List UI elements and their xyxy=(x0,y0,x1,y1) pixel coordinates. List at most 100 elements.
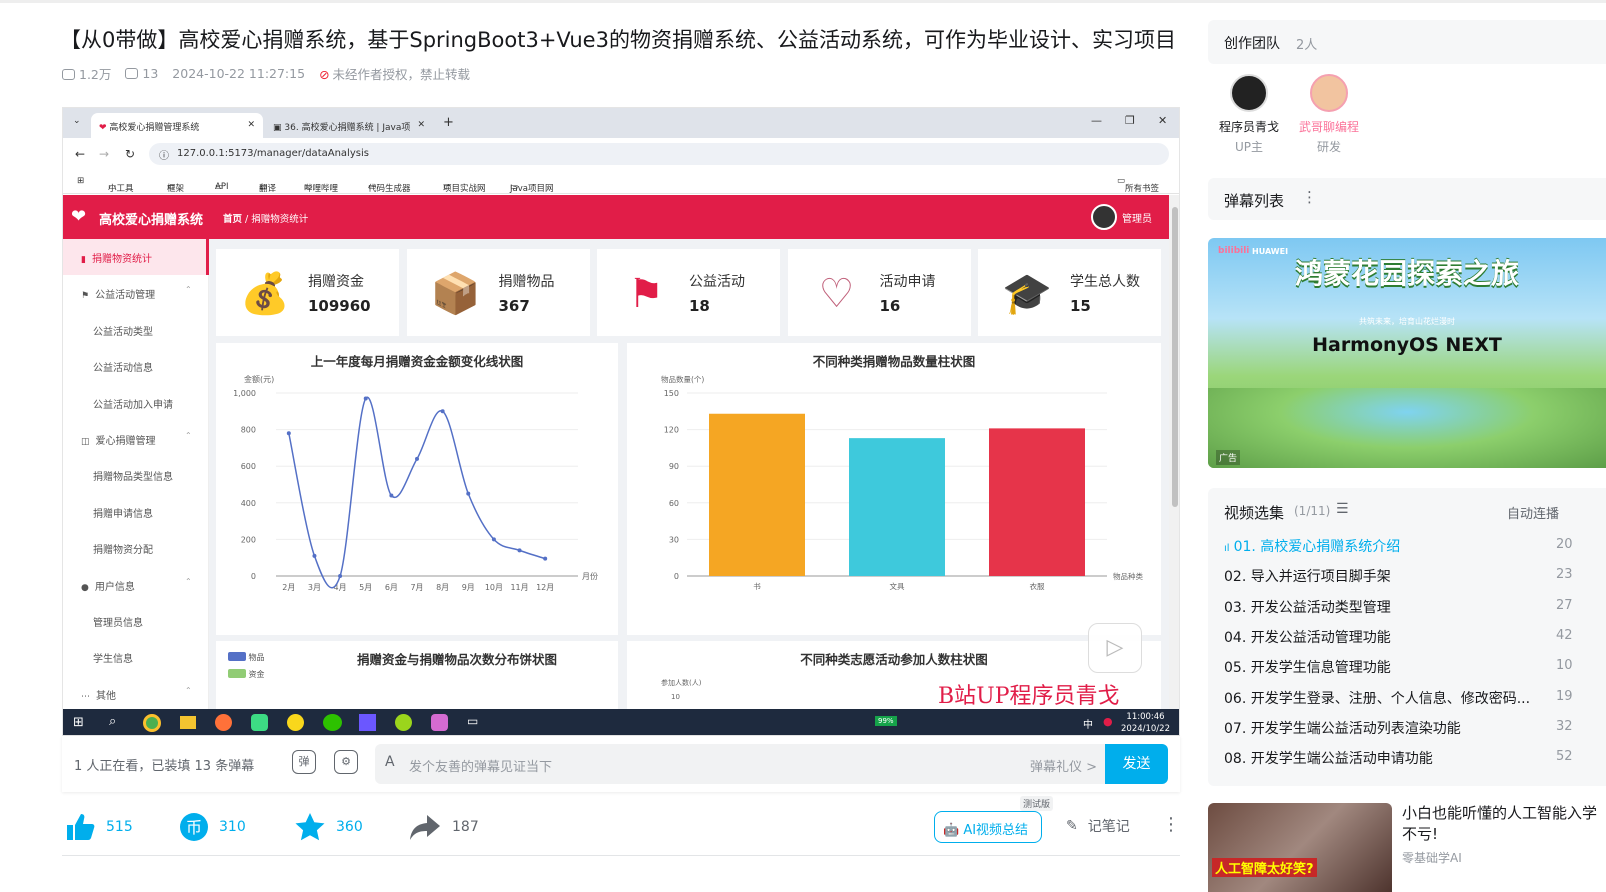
breadcrumb-home[interactable]: 首页 xyxy=(223,214,242,225)
sidebar-item[interactable]: 捐赠申请信息 xyxy=(63,494,209,530)
sidebar-item[interactable]: 学生信息 xyxy=(63,639,209,675)
reload-icon[interactable]: ↻ xyxy=(125,147,135,161)
data-point[interactable] xyxy=(389,493,394,498)
font-style-icon[interactable]: A xyxy=(385,754,395,770)
data-point[interactable] xyxy=(363,396,368,401)
apps-icon[interactable]: ⊞ xyxy=(77,176,84,186)
recommend-title[interactable]: 小白也能听懂的人工智能入学不亏! xyxy=(1402,803,1606,845)
tab-close-icon[interactable]: ✕ xyxy=(247,120,255,130)
battery-indicator[interactable]: 99% xyxy=(875,716,897,726)
episode-item[interactable]: 08. 开发学生端公益活动申请功能 xyxy=(1224,748,1433,768)
taskbar-search-icon[interactable]: ⌕ xyxy=(109,714,116,729)
more-options-icon[interactable]: ⋮ xyxy=(1162,814,1180,835)
legend-item[interactable]: 物品 xyxy=(228,652,265,663)
legend-item[interactable]: 资金 xyxy=(228,669,265,680)
browser-tab-active[interactable]: ❤ 高校爱心捐赠管理系统 ✕ xyxy=(91,113,263,138)
stat-card[interactable]: ⚑ 公益活动 18 xyxy=(597,249,780,336)
stat-card[interactable]: 📦 捐赠物品 367 xyxy=(406,249,590,336)
data-point[interactable] xyxy=(491,537,496,542)
sidebar-item[interactable]: 捐赠物品类型信息 xyxy=(63,457,209,493)
user-name[interactable]: 管理员 xyxy=(1122,210,1152,225)
bar[interactable] xyxy=(709,413,805,576)
autoplay-toggle[interactable]: 自动连播 xyxy=(1507,503,1559,522)
data-point[interactable] xyxy=(543,556,548,561)
bar[interactable] xyxy=(849,438,945,576)
video-player[interactable]: ⌄ ❤ 高校爱心捐赠管理系统 ✕ ▣ 36. 高校爱心捐赠系统 | Java项 … xyxy=(62,107,1180,736)
idea-icon[interactable] xyxy=(359,714,376,731)
tab-search-icon[interactable]: ⌄ xyxy=(73,116,81,126)
like-button[interactable]: 515 xyxy=(64,812,133,842)
app-icon[interactable] xyxy=(251,714,268,731)
new-tab-icon[interactable]: + xyxy=(443,115,454,130)
chevron-up-icon[interactable]: ⌃ xyxy=(185,577,192,586)
windows-start-icon[interactable]: ⊞ xyxy=(73,715,84,730)
all-bookmarks[interactable]: ▭ 所有书签 xyxy=(1117,176,1159,194)
sidebar-item[interactable]: ⚑ 公益活动管理 ⌃ xyxy=(63,275,209,311)
playlist-list-icon[interactable]: ☰ xyxy=(1336,501,1349,517)
chevron-up-icon[interactable]: ⌃ xyxy=(185,285,192,294)
danmaku-list-header[interactable]: 弹幕列表 ⋮ xyxy=(1208,178,1606,220)
recommend-card[interactable]: 人工智障太好笑? 小白也能听懂的人工智能入学不亏! 零基础学AI xyxy=(1208,803,1606,892)
chevron-up-icon[interactable]: ⌃ xyxy=(185,431,192,440)
bar[interactable] xyxy=(989,428,1085,576)
ime-indicator[interactable]: 中 xyxy=(1083,716,1093,731)
recommend-author[interactable]: 零基础学AI xyxy=(1402,849,1462,866)
window-close-icon[interactable]: ✕ xyxy=(1158,114,1167,127)
episode-item[interactable]: 05. 开发学生信息管理功能 xyxy=(1224,657,1391,677)
data-point[interactable] xyxy=(466,491,471,496)
sidebar-item[interactable]: ▮ 捐赠物资统计 xyxy=(63,239,209,275)
play-icon[interactable]: ▷ xyxy=(1088,623,1142,673)
send-danmaku-button[interactable]: 发送 xyxy=(1105,744,1168,784)
episode-item[interactable]: 06. 开发学生登录、注册、个人信息、修改密码... xyxy=(1224,688,1530,708)
danmaku-etiquette-link[interactable]: 弹幕礼仪 > xyxy=(1030,756,1097,775)
firefox-icon[interactable] xyxy=(215,714,232,731)
episode-item[interactable]: 03. 开发公益活动类型管理 xyxy=(1224,597,1391,617)
explorer-icon[interactable] xyxy=(180,716,196,729)
sidebar-item[interactable]: ⋯ 其他 ⌃ xyxy=(63,676,209,712)
episode-item[interactable]: ıl 01. 高校爱心捐赠系统介绍 xyxy=(1224,536,1400,556)
user-avatar[interactable] xyxy=(1091,204,1117,230)
sidebar-item[interactable]: 公益活动信息 xyxy=(63,348,209,384)
app-icon[interactable] xyxy=(287,714,304,731)
restore-icon[interactable]: ❐ xyxy=(1125,114,1135,127)
stat-card[interactable]: 💰 捐赠资金 109960 xyxy=(216,249,399,336)
favorite-button[interactable]: 360 xyxy=(294,812,363,842)
ad-banner[interactable]: bilibili HUAWEI 鸿蒙花园探索之旅 共筑未来，培育山花烂漫时 Ha… xyxy=(1208,238,1606,468)
app-icon[interactable] xyxy=(431,714,448,731)
sidebar-item[interactable]: 管理员信息 xyxy=(63,603,209,639)
wechat-icon[interactable] xyxy=(323,714,342,731)
sidebar-item[interactable]: 公益活动加入申请 xyxy=(63,385,209,421)
chevron-up-icon[interactable]: ⌃ xyxy=(185,686,192,695)
page-scrollbar[interactable] xyxy=(1169,195,1179,709)
share-button[interactable]: 187 xyxy=(408,812,479,842)
episode-item[interactable]: 02. 导入并运行项目脚手架 xyxy=(1224,566,1391,586)
sidebar-item[interactable]: 捐赠物资分配 xyxy=(63,530,209,566)
app-icon[interactable] xyxy=(395,714,412,731)
episode-item[interactable]: 07. 开发学生端公益活动列表渲染功能 xyxy=(1224,718,1461,738)
sidebar-item[interactable]: ◫ 爱心捐赠管理 ⌃ xyxy=(63,421,209,457)
data-point[interactable] xyxy=(440,409,445,414)
scroll-thumb[interactable] xyxy=(1172,207,1178,507)
team-member[interactable]: 程序员青戈 UP主 xyxy=(1210,74,1288,155)
recommend-thumbnail[interactable]: 人工智障太好笑? xyxy=(1208,803,1392,892)
camera-icon[interactable]: ▭ xyxy=(467,714,478,728)
data-point[interactable] xyxy=(286,431,291,436)
stat-card[interactable]: ♡ 活动申请 16 xyxy=(787,249,971,336)
danmaku-toggle-icon[interactable]: 弹 xyxy=(292,750,316,774)
minimize-icon[interactable]: — xyxy=(1091,114,1102,127)
tray-app-icon[interactable]: ● xyxy=(1103,715,1113,728)
system-clock[interactable]: 11:00:46 2024/10/22 xyxy=(1121,711,1170,735)
danmaku-input[interactable]: A 发个友善的弹幕见证当下 弹幕礼仪 > xyxy=(375,744,1105,784)
data-point[interactable] xyxy=(415,456,419,461)
notes-button[interactable]: ✎ 记笔记 xyxy=(1066,816,1130,836)
data-point[interactable] xyxy=(312,553,317,558)
coin-button[interactable]: 币 310 xyxy=(179,812,246,842)
browser-tab[interactable]: ▣ 36. 高校爱心捐赠系统 | Java项 ✕ xyxy=(265,113,433,138)
url-field[interactable]: ⓘ 127.0.0.1:5173/manager/dataAnalysis xyxy=(149,143,1169,165)
tab-close-icon[interactable]: ✕ xyxy=(417,120,425,130)
ai-summary-button[interactable]: 🤖 AI视频总结 xyxy=(934,811,1042,843)
data-point[interactable] xyxy=(338,574,343,578)
danmaku-list-menu-icon[interactable]: ⋮ xyxy=(1302,188,1317,206)
chrome-icon[interactable] xyxy=(143,714,161,732)
back-icon[interactable]: ← xyxy=(75,147,85,161)
